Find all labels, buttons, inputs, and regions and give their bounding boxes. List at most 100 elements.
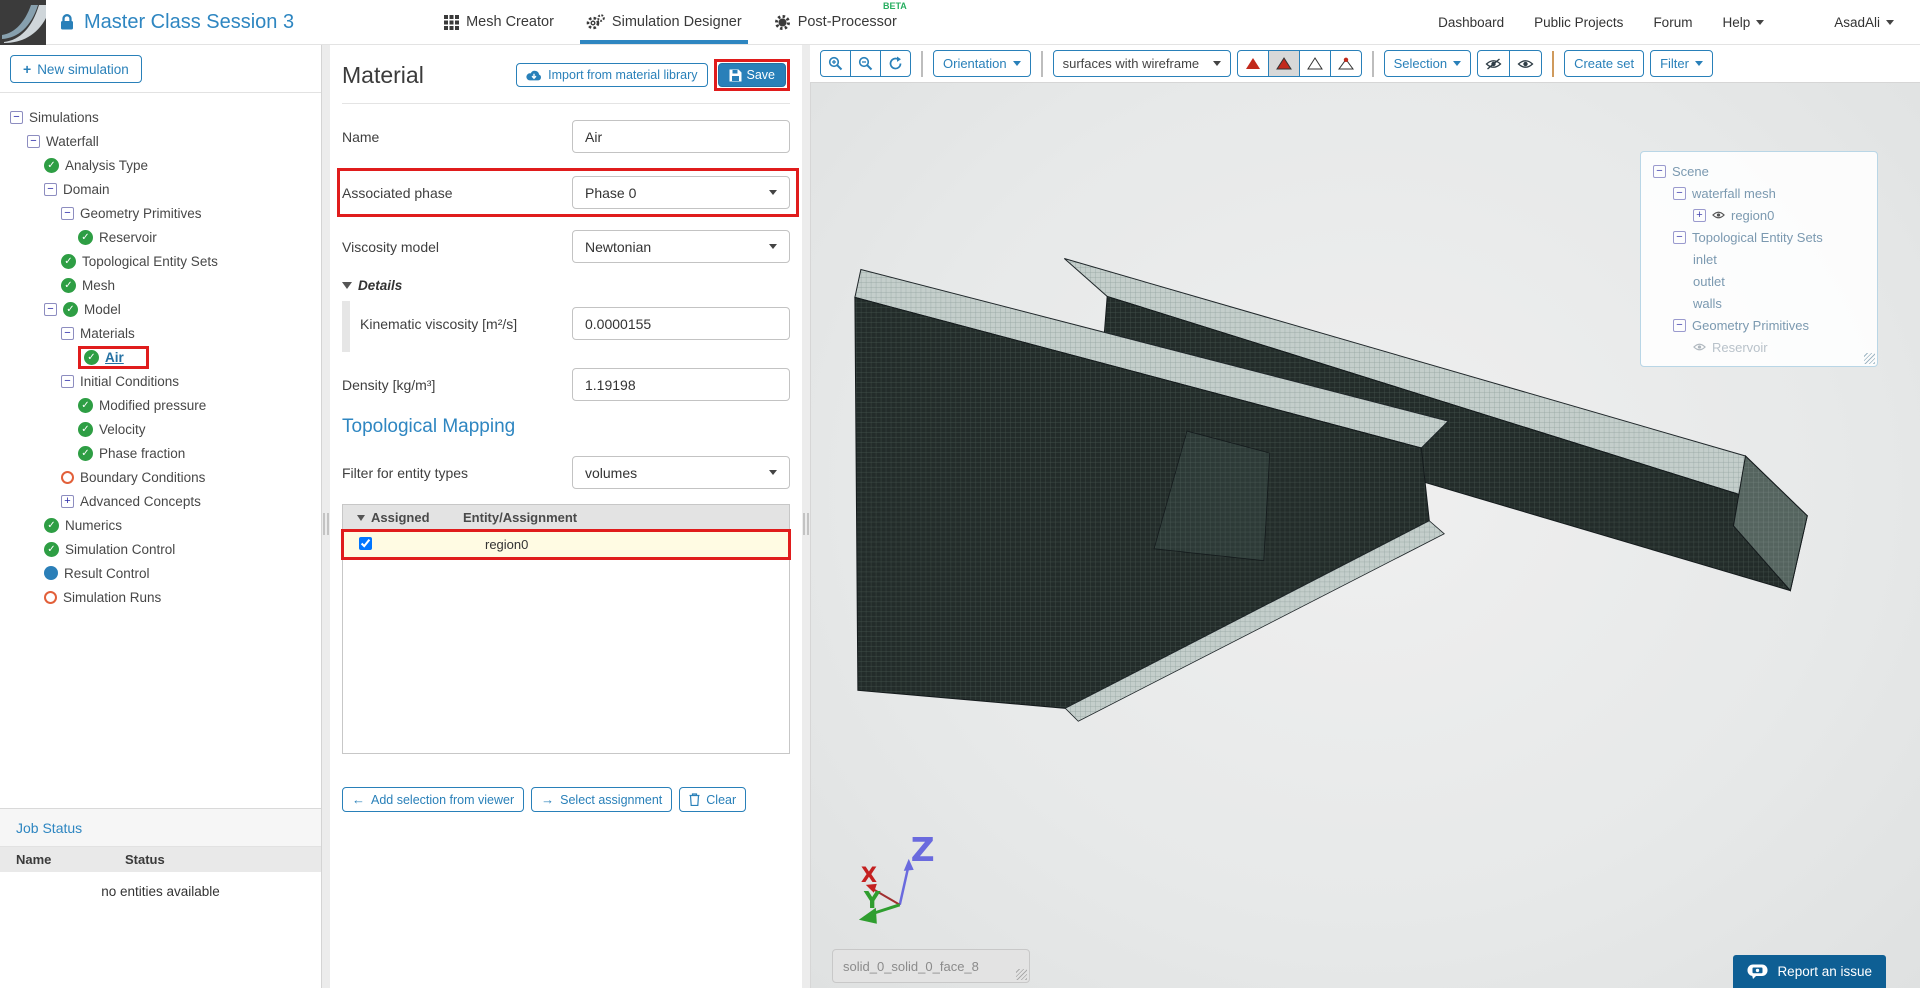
scene-item-walls[interactable]: walls — [1641, 292, 1877, 314]
expand-icon[interactable]: + — [1693, 209, 1706, 222]
collapse-icon[interactable]: − — [61, 207, 74, 220]
orientation-button[interactable]: Orientation — [933, 50, 1031, 77]
scene-item-scene[interactable]: −Scene — [1641, 160, 1877, 182]
scene-item-waterfall-mesh[interactable]: −waterfall mesh — [1641, 182, 1877, 204]
tree-item-mesh[interactable]: ✓Mesh — [0, 273, 321, 297]
collapse-icon[interactable]: − — [10, 111, 23, 124]
tree-item-simulation-runs[interactable]: Simulation Runs — [0, 585, 321, 609]
zoom-out-button[interactable] — [850, 50, 881, 77]
toolbar-separator-orange — [1552, 51, 1554, 77]
point-triangle-button[interactable] — [1330, 50, 1362, 77]
collapse-icon[interactable]: − — [27, 135, 40, 148]
assigned-column-header[interactable]: Assigned — [343, 510, 463, 525]
tree-item-reservoir[interactable]: ✓Reservoir — [0, 225, 321, 249]
scene-item-reservoir[interactable]: Reservoir — [1641, 336, 1877, 358]
clear-button[interactable]: Clear — [679, 787, 746, 812]
filter-button[interactable]: Filter — [1650, 50, 1713, 77]
resize-grip[interactable] — [1864, 353, 1875, 364]
tree-item-topological-entity-sets[interactable]: ✓Topological Entity Sets — [0, 249, 321, 273]
entity-filter-select[interactable]: volumes — [572, 456, 790, 489]
tab-simulation-designer[interactable]: Simulation Designer — [570, 0, 758, 44]
kinematic-viscosity-input[interactable] — [572, 307, 790, 340]
assignment-row[interactable]: region0 — [343, 531, 789, 558]
top-navbar: Master Class Session 3 Mesh Creator Simu… — [0, 0, 1920, 45]
collapse-icon[interactable]: − — [44, 303, 57, 316]
panel-splitter[interactable] — [802, 45, 810, 988]
dashboard-link[interactable]: Dashboard — [1438, 15, 1504, 30]
show-button[interactable] — [1509, 50, 1542, 77]
collapse-icon[interactable]: − — [1673, 319, 1686, 332]
collapse-icon[interactable]: − — [44, 183, 57, 196]
tab-post-processor[interactable]: BETA Post-Processor — [758, 0, 913, 44]
tree-item-result-control[interactable]: Result Control — [0, 561, 321, 585]
tree-item-geometry-primitives[interactable]: −Geometry Primitives — [0, 201, 321, 225]
refresh-view-button[interactable] — [880, 50, 911, 77]
entity-column-header[interactable]: Entity/Assignment — [463, 510, 789, 525]
outlined-red-triangle-button[interactable] — [1268, 50, 1300, 77]
wire-triangle-button[interactable] — [1299, 50, 1331, 77]
hide-button[interactable] — [1477, 50, 1510, 77]
tree-item-analysis-type[interactable]: ✓Analysis Type — [0, 153, 321, 177]
splitter-grip[interactable] — [324, 513, 329, 535]
help-menu[interactable]: Help — [1722, 15, 1764, 30]
resize-grip[interactable] — [1016, 969, 1027, 980]
selection-label: Selection — [1394, 56, 1447, 71]
splitter-grip[interactable] — [804, 513, 809, 535]
tree-item-phase-fraction[interactable]: ✓Phase fraction — [0, 441, 321, 465]
render-mode-select[interactable]: surfaces with wireframe — [1053, 50, 1231, 77]
app-logo-icon[interactable] — [0, 0, 46, 45]
tree-item-materials[interactable]: −Materials — [0, 321, 321, 345]
expand-icon[interactable]: + — [61, 495, 74, 508]
scene-item-topological-entity-sets[interactable]: −Topological Entity Sets — [1641, 226, 1877, 248]
forum-link[interactable]: Forum — [1653, 15, 1692, 30]
tree-item-initial-conditions[interactable]: −Initial Conditions — [0, 369, 321, 393]
collapse-icon[interactable]: − — [61, 327, 74, 340]
check-icon: ✓ — [78, 422, 93, 437]
check-icon: ✓ — [44, 158, 59, 173]
scene-item-outlet[interactable]: outlet — [1641, 270, 1877, 292]
collapse-icon[interactable]: − — [1673, 187, 1686, 200]
tree-item-label: Simulation Control — [65, 542, 175, 557]
new-simulation-button[interactable]: + New simulation — [10, 55, 142, 83]
tree-item-advanced-concepts[interactable]: +Advanced Concepts — [0, 489, 321, 513]
add-selection-button[interactable]: ← Add selection from viewer — [342, 787, 524, 812]
tree-item-waterfall[interactable]: −Waterfall — [0, 129, 321, 153]
user-menu[interactable]: AsadAli — [1834, 15, 1894, 30]
collapse-icon[interactable]: − — [1653, 165, 1666, 178]
arrow-left-icon: ← — [352, 792, 365, 807]
scene-item-region0[interactable]: +region0 — [1641, 204, 1877, 226]
associated-phase-select[interactable]: Phase 0 — [572, 176, 790, 209]
assigned-checkbox[interactable] — [359, 537, 372, 550]
tree-item-air[interactable]: ✓Air — [0, 345, 321, 369]
solid-triangle-button[interactable] — [1237, 50, 1269, 77]
tree-item-simulations[interactable]: −Simulations — [0, 105, 321, 129]
import-material-button[interactable]: Import from material library — [516, 63, 707, 87]
scene-item-geometry-primitives[interactable]: −Geometry Primitives — [1641, 314, 1877, 336]
tree-item-modified-pressure[interactable]: ✓Modified pressure — [0, 393, 321, 417]
scene-item-inlet[interactable]: inlet — [1641, 248, 1877, 270]
eye-icon[interactable] — [1712, 210, 1725, 220]
sidebar-splitter[interactable] — [322, 45, 330, 988]
eye-icon[interactable] — [1693, 342, 1706, 352]
tab-mesh-creator[interactable]: Mesh Creator — [428, 0, 570, 44]
save-button[interactable]: Save — [718, 63, 787, 87]
create-set-button[interactable]: Create set — [1564, 50, 1644, 77]
viscosity-model-select[interactable]: Newtonian — [572, 230, 790, 263]
select-assignment-button[interactable]: → Select assignment — [531, 787, 672, 812]
report-issue-button[interactable]: Report an issue — [1733, 955, 1886, 988]
tree-item-boundary-conditions[interactable]: Boundary Conditions — [0, 465, 321, 489]
tree-item-model[interactable]: −✓Model — [0, 297, 321, 321]
tree-item-domain[interactable]: −Domain — [0, 177, 321, 201]
tree-item-numerics[interactable]: ✓Numerics — [0, 513, 321, 537]
collapse-icon[interactable]: − — [1673, 231, 1686, 244]
details-toggle[interactable]: Details — [342, 278, 790, 293]
public-projects-link[interactable]: Public Projects — [1534, 15, 1623, 30]
tree-item-velocity[interactable]: ✓Velocity — [0, 417, 321, 441]
selection-button[interactable]: Selection — [1384, 50, 1471, 77]
zoom-in-button[interactable] — [820, 50, 851, 77]
density-input[interactable] — [572, 368, 790, 401]
collapse-icon[interactable]: − — [61, 375, 74, 388]
name-input[interactable] — [572, 120, 790, 153]
tree-item-simulation-control[interactable]: ✓Simulation Control — [0, 537, 321, 561]
viewport-canvas[interactable]: Z X Y −Scene−waterfall mesh+region0−Topo… — [810, 82, 1920, 988]
